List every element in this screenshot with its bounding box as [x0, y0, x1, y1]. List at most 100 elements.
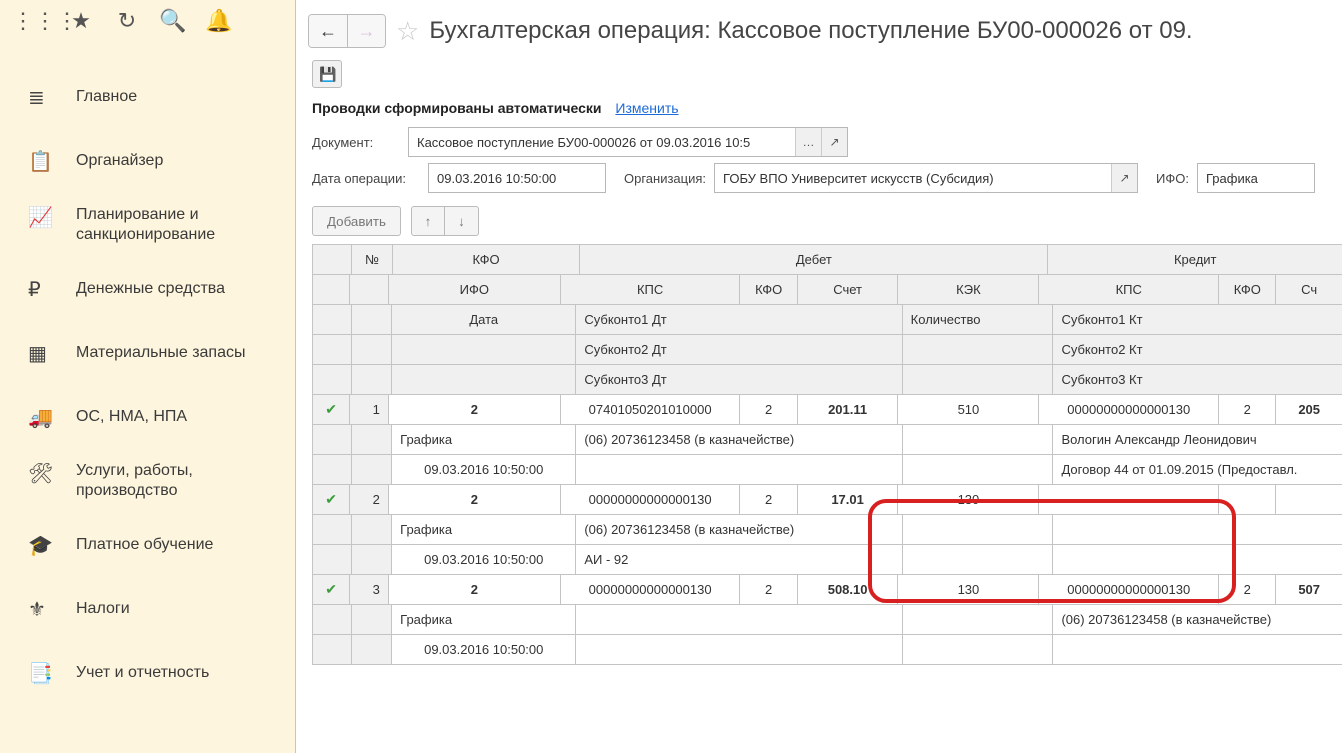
graduation-icon: 🎓: [28, 533, 76, 558]
cell-kfo: 2: [389, 395, 561, 425]
nav-label: ОС, НМА, НПА: [76, 407, 187, 427]
nav-label: Денежные средства: [76, 279, 225, 299]
chart-icon: 📈: [28, 205, 76, 230]
doc-label: Документ:: [312, 135, 400, 150]
ifo-label: ИФО:: [1156, 171, 1189, 186]
cell-kps2: 00000000000000130: [1039, 575, 1219, 605]
nav-label: Главное: [76, 87, 137, 107]
col-kps2: КПС: [1039, 275, 1219, 305]
move-up-button[interactable]: ↑: [411, 206, 445, 236]
col-ifo: ИФО: [389, 275, 561, 305]
search-icon[interactable]: 🔍: [150, 8, 196, 34]
ifo-input[interactable]: [1198, 171, 1314, 186]
date-input-group: [428, 163, 606, 193]
nav-education[interactable]: 🎓Платное обучение: [0, 513, 295, 577]
header-bar: ← → ☆ Бухгалтерская операция: Кассовое п…: [308, 6, 1342, 58]
table-row[interactable]: ✔ 2 2 00000000000000130 2 17.01 130 Граф…: [313, 485, 1342, 575]
grid-toolbar: Добавить ↑ ↓: [308, 196, 1342, 244]
cell-kfo: 2: [389, 575, 561, 605]
nav-materials[interactable]: ▦Материальные запасы: [0, 321, 295, 385]
cell-sub1d: (06) 20736123458 (в казначействе): [576, 515, 902, 545]
col-sub2d: Субконто2 Дт: [576, 335, 902, 365]
bell-icon[interactable]: 🔔: [196, 8, 242, 34]
ruble-icon: ₽: [28, 277, 76, 302]
doc-input[interactable]: [409, 135, 795, 150]
move-down-button[interactable]: ↓: [445, 206, 479, 236]
col-sub1d: Субконто1 Дт: [576, 305, 902, 335]
accounting-icon: 📑: [28, 661, 76, 686]
cell-no: 2: [350, 485, 389, 515]
menu-icon: ≣: [28, 85, 76, 110]
doc-input-group: … ↗: [408, 127, 848, 157]
clipboard-icon: 📋: [28, 149, 76, 174]
cell-kfo3: 2: [1219, 575, 1276, 605]
boxes-icon: ▦: [28, 341, 76, 366]
cell-kfo: 2: [389, 485, 561, 515]
cell-date: 09.03.2016 10:50:00: [392, 635, 576, 665]
nav-assets[interactable]: 🚚ОС, НМА, НПА: [0, 385, 295, 449]
back-button[interactable]: ←: [309, 15, 347, 47]
nav-label: Учет и отчетность: [76, 663, 209, 683]
cell-no: 3: [350, 575, 389, 605]
nav-planning[interactable]: 📈Планирование и санкционирование: [0, 193, 295, 257]
doc-dots-button[interactable]: …: [795, 128, 821, 156]
org-open-button[interactable]: ↗: [1111, 164, 1137, 192]
cell-sch2: 507: [1276, 575, 1342, 605]
star-icon[interactable]: ★: [58, 8, 104, 34]
org-input[interactable]: [715, 171, 1111, 186]
content: ← → ☆ Бухгалтерская операция: Кассовое п…: [296, 0, 1342, 753]
cell-sub1k: Вологин Александр Леонидович: [1053, 425, 1342, 455]
col-sub3d: Субконто3 Дт: [576, 365, 902, 395]
cell-sch: 508.10: [798, 575, 899, 605]
cell-sch2: 205: [1276, 395, 1342, 425]
cell-kps: 00000000000000130: [561, 575, 741, 605]
apps-icon[interactable]: ⋮⋮⋮: [12, 8, 58, 34]
col-sch: Счет: [798, 275, 899, 305]
nav-label: Планирование и санкционирование: [76, 205, 279, 245]
status-line: Проводки сформированы автоматически Изме…: [308, 100, 1342, 124]
form-doc-row: Документ: … ↗: [308, 124, 1342, 160]
cell-kek: 130: [898, 575, 1039, 605]
cell-sub2d: АИ - 92: [576, 545, 902, 575]
col-sub1k: Субконто1 Кт: [1053, 305, 1342, 335]
add-button[interactable]: Добавить: [312, 206, 401, 236]
entries-grid: № КФО Дебет Кредит ИФО КПС КФО Счет КЭК …: [312, 244, 1342, 665]
date-input[interactable]: [429, 171, 605, 186]
col-kfo3: КФО: [1219, 275, 1276, 305]
col-sub3k: Субконто3 Кт: [1053, 365, 1342, 395]
emblem-icon: ⚜: [28, 597, 76, 622]
history-arrows: ← →: [308, 14, 386, 48]
cell-kps: 07401050201010000: [561, 395, 741, 425]
move-arrows: ↑ ↓: [411, 206, 479, 236]
forward-button[interactable]: →: [347, 15, 385, 47]
nav-cash[interactable]: ₽Денежные средства: [0, 257, 295, 321]
nav-taxes[interactable]: ⚜Налоги: [0, 577, 295, 641]
doc-open-button[interactable]: ↗: [821, 128, 847, 156]
nav-label: Налоги: [76, 599, 130, 619]
table-row[interactable]: ✔ 3 2 00000000000000130 2 508.10 130 000…: [313, 575, 1342, 665]
status-text: Проводки сформированы автоматически: [312, 100, 602, 116]
nav: ≣Главное 📋Органайзер 📈Планирование и сан…: [0, 45, 295, 705]
cell-kfo2: 2: [740, 575, 797, 605]
nav-services[interactable]: 🛠Услуги, работы, производство: [0, 449, 295, 513]
change-link[interactable]: Изменить: [615, 100, 678, 116]
cell-sch: 17.01: [798, 485, 899, 515]
nav-main[interactable]: ≣Главное: [0, 65, 295, 129]
col-sub2k: Субконто2 Кт: [1053, 335, 1342, 365]
nav-reports[interactable]: 📑Учет и отчетность: [0, 641, 295, 705]
table-row[interactable]: ✔ 1 2 07401050201010000 2 201.11 510 000…: [313, 395, 1342, 485]
col-kol: Количество: [903, 305, 1054, 335]
cell-kek: 510: [898, 395, 1039, 425]
cell-ifo: Графика: [392, 605, 576, 635]
cell-kps2: 00000000000000130: [1039, 395, 1219, 425]
favorite-icon[interactable]: ☆: [396, 16, 419, 47]
col-check: [313, 245, 352, 275]
col-credit: Кредит: [1048, 245, 1342, 275]
col-kek: КЭК: [898, 275, 1039, 305]
history-icon[interactable]: ↻: [104, 8, 150, 34]
cell-sub2k: Договор 44 от 01.09.2015 (Предоставл.: [1053, 455, 1342, 485]
save-button[interactable]: 💾: [312, 60, 342, 88]
tools-icon: 🛠: [28, 461, 76, 486]
nav-organizer[interactable]: 📋Органайзер: [0, 129, 295, 193]
cell-no: 1: [350, 395, 389, 425]
